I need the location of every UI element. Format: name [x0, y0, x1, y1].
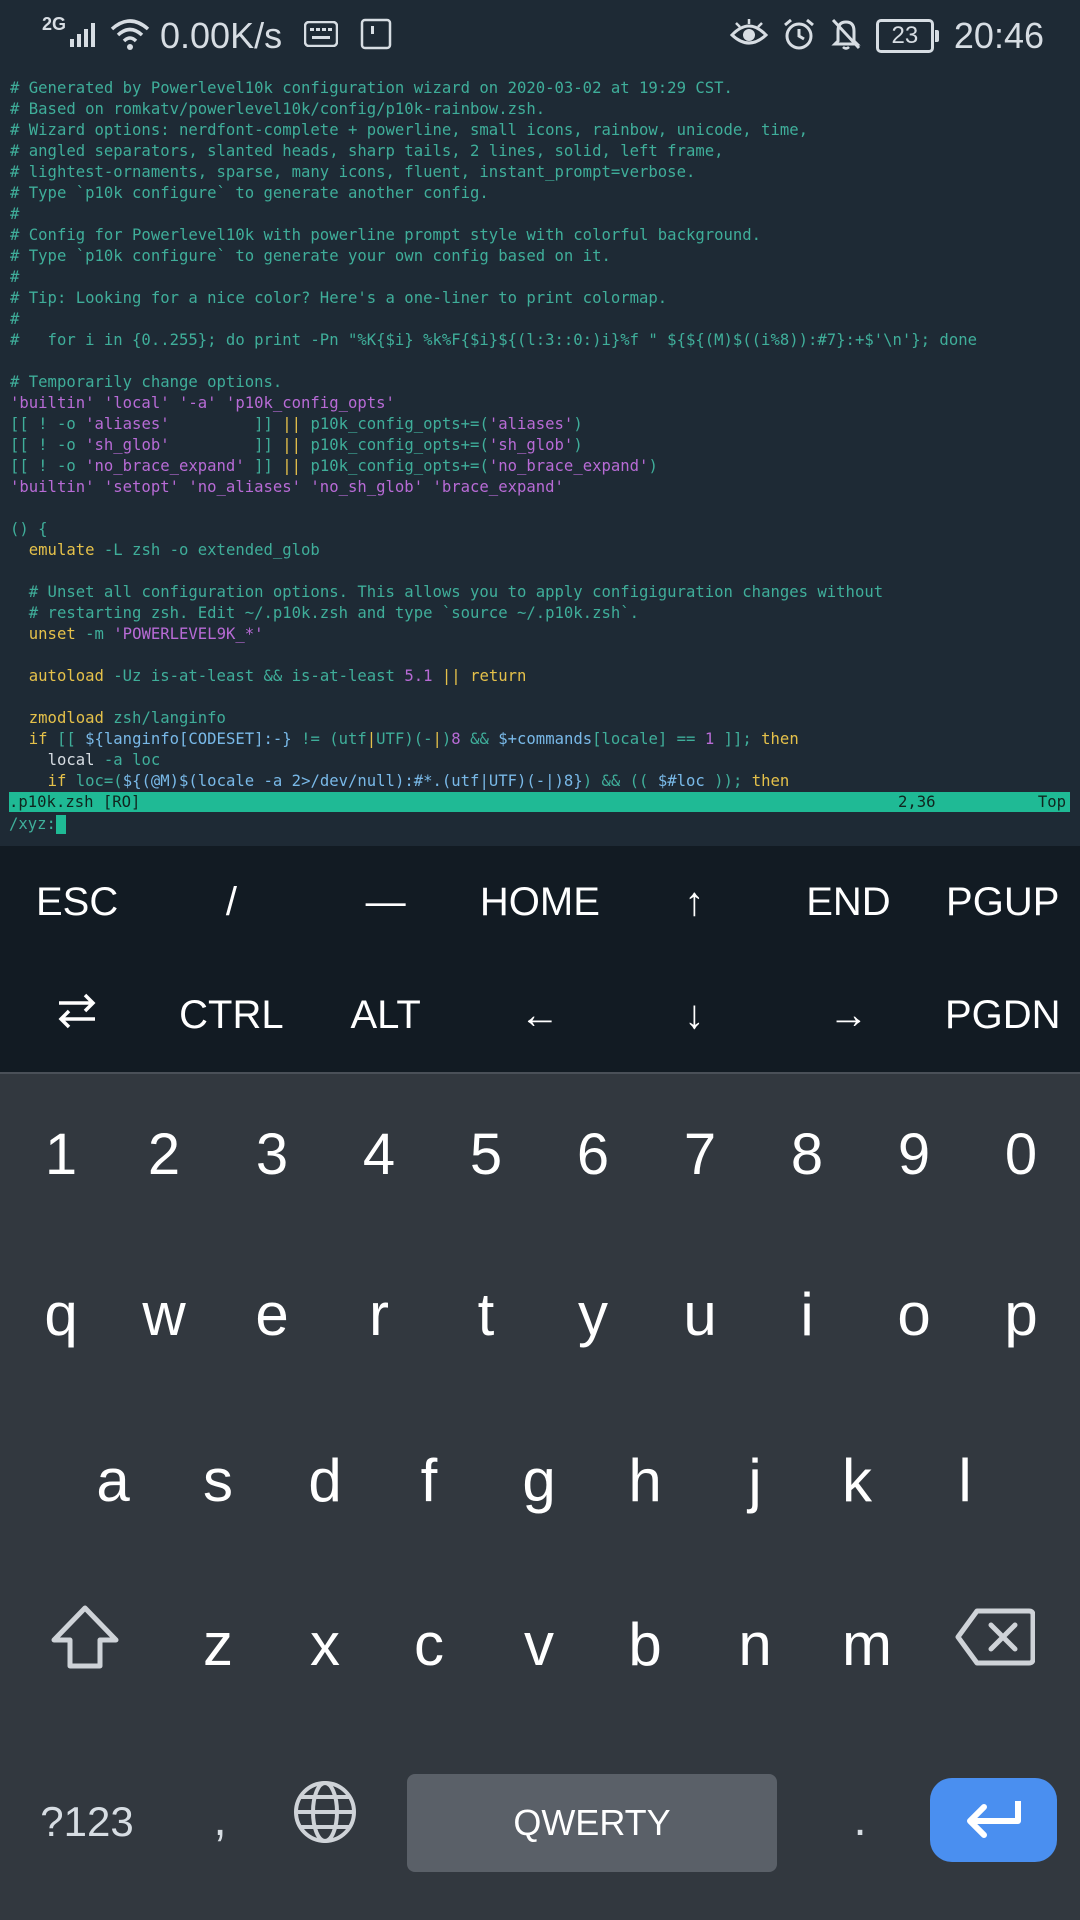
key-y[interactable]: y	[548, 1254, 638, 1374]
tab-key[interactable]	[0, 959, 154, 1072]
key-h[interactable]: h	[600, 1420, 690, 1540]
enter-key[interactable]	[930, 1778, 1057, 1862]
network-generation: 2G	[42, 13, 67, 34]
key-t[interactable]: t	[441, 1254, 531, 1374]
terminal-view[interactable]: # Generated by Powerlevel10k configurati…	[0, 72, 1080, 846]
battery-icon: 23	[875, 19, 939, 53]
key-2[interactable]: 2	[119, 1104, 209, 1204]
symbols-key[interactable]: ?123	[32, 1787, 142, 1857]
key-d[interactable]: d	[280, 1420, 370, 1540]
network-speed: 0.00K/s	[160, 15, 283, 56]
key-x[interactable]: x	[280, 1584, 370, 1704]
key-l[interactable]: l	[920, 1420, 1010, 1540]
key-u[interactable]: u	[655, 1254, 745, 1374]
key-1[interactable]: 1	[16, 1104, 106, 1204]
key-v[interactable]: v	[494, 1584, 584, 1704]
file-status: .p10k.zsh [RO]	[9, 793, 141, 811]
backspace-icon	[955, 1607, 1036, 1681]
soft-keyboard: 1 2 3 4 5 6 7 8 9 0 q w e r t y u i o p …	[0, 1072, 1080, 1920]
status-bar: 2G 0.00K/s 23 20:46	[0, 0, 1080, 72]
alarm-icon	[782, 17, 816, 56]
vim-status-line: .p10k.zsh [RO] 2,36 Top	[9, 792, 1070, 812]
key-8[interactable]: 8	[762, 1104, 852, 1204]
enter-icon	[962, 1797, 1026, 1844]
key-o[interactable]: o	[869, 1254, 959, 1374]
shift-key[interactable]	[30, 1584, 140, 1704]
key-r[interactable]: r	[334, 1254, 424, 1374]
key-j[interactable]: j	[710, 1420, 800, 1540]
key-9[interactable]: 9	[869, 1104, 959, 1204]
key-a[interactable]: a	[68, 1420, 158, 1540]
keyboard-icon	[303, 20, 339, 52]
key-z[interactable]: z	[173, 1584, 263, 1704]
sim-icon	[360, 18, 392, 55]
period-key[interactable]: .	[830, 1769, 890, 1869]
key-n[interactable]: n	[710, 1584, 800, 1704]
ctrl-key[interactable]: CTRL	[154, 959, 308, 1072]
alt-key[interactable]: ALT	[309, 959, 463, 1072]
key-4[interactable]: 4	[334, 1104, 424, 1204]
key-p[interactable]: p	[976, 1254, 1066, 1374]
command-line[interactable]: /xyz:	[9, 814, 66, 835]
bell-off-icon	[830, 17, 862, 56]
scroll-position: Top	[1037, 793, 1066, 811]
command-line-text: /xyz:	[9, 815, 56, 833]
key-e[interactable]: e	[227, 1254, 317, 1374]
dash-key[interactable]: —	[309, 846, 463, 959]
comma-key[interactable]: ,	[190, 1769, 250, 1869]
key-w[interactable]: w	[119, 1254, 209, 1374]
space-bar[interactable]: QWERTY	[407, 1774, 777, 1872]
arrow-right-key[interactable]: →	[771, 959, 925, 1072]
text-cursor	[55, 815, 66, 834]
key-s[interactable]: s	[173, 1420, 263, 1540]
key-0[interactable]: 0	[976, 1104, 1066, 1204]
clock: 20:46	[953, 15, 1044, 56]
key-q[interactable]: q	[16, 1254, 106, 1374]
key-b[interactable]: b	[600, 1584, 690, 1704]
wifi-icon	[110, 17, 150, 56]
arrow-left-key[interactable]: ←	[463, 959, 617, 1072]
key-f[interactable]: f	[384, 1420, 474, 1540]
pgdn-key[interactable]: PGDN	[926, 959, 1080, 1072]
editor-buffer[interactable]: # Generated by Powerlevel10k configurati…	[10, 78, 977, 792]
key-i[interactable]: i	[762, 1254, 852, 1374]
backspace-key[interactable]	[940, 1584, 1050, 1704]
esc-key[interactable]: ESC	[0, 846, 154, 959]
slash-key[interactable]: /	[154, 846, 308, 959]
shift-icon	[50, 1604, 120, 1684]
pgup-key[interactable]: PGUP	[926, 846, 1080, 959]
language-key[interactable]	[285, 1774, 365, 1864]
end-key[interactable]: END	[771, 846, 925, 959]
home-key[interactable]: HOME	[463, 846, 617, 959]
eye-icon	[729, 18, 769, 54]
key-g[interactable]: g	[494, 1420, 584, 1540]
cursor-position: 2,36	[898, 793, 936, 811]
key-5[interactable]: 5	[441, 1104, 531, 1204]
key-c[interactable]: c	[384, 1584, 474, 1704]
key-6[interactable]: 6	[548, 1104, 638, 1204]
key-3[interactable]: 3	[227, 1104, 317, 1204]
swap-arrows-icon	[55, 991, 99, 1041]
globe-icon	[292, 1779, 358, 1859]
key-7[interactable]: 7	[655, 1104, 745, 1204]
key-k[interactable]: k	[812, 1420, 902, 1540]
arrow-down-key[interactable]: ↓	[617, 959, 771, 1072]
key-m[interactable]: m	[812, 1584, 922, 1704]
extra-keys-bar: ESC / — HOME ↑ END PGUP CTRL ALT ← ↓ → P…	[0, 846, 1080, 1072]
arrow-up-key[interactable]: ↑	[617, 846, 771, 959]
signal-icon	[70, 19, 100, 54]
